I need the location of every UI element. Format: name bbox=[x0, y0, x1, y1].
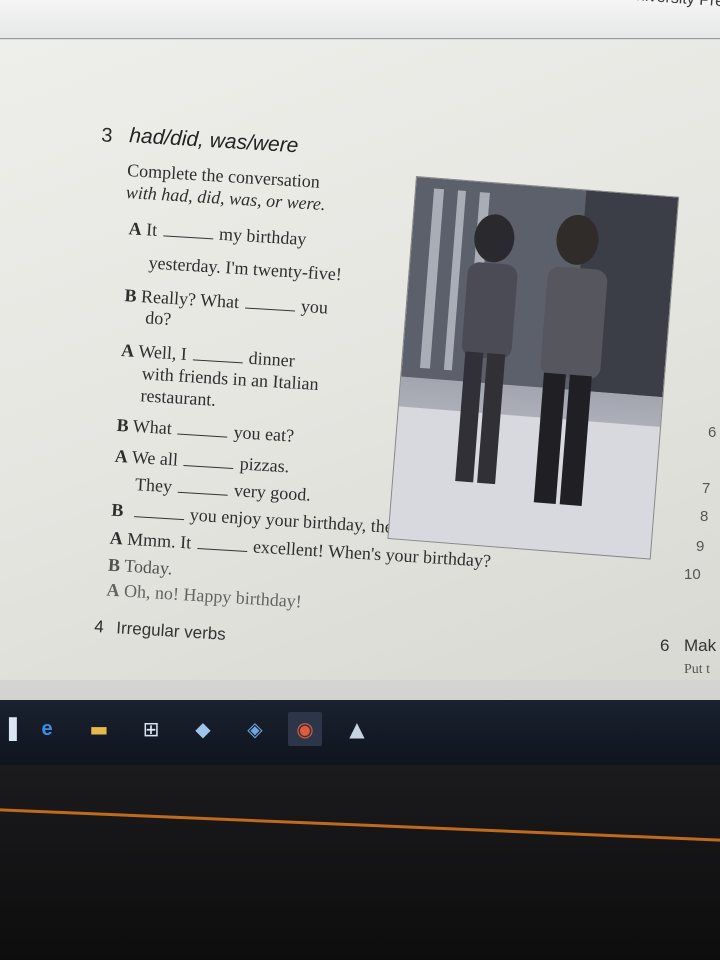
dialogue-line: yesterday. I'm twenty-five! bbox=[148, 252, 343, 285]
exercise-4-title: Irregular verbs bbox=[115, 618, 227, 644]
dialogue-line: do? bbox=[144, 307, 172, 329]
photos-icon[interactable]: ▲ bbox=[340, 712, 374, 746]
answer-blank[interactable] bbox=[177, 421, 229, 438]
file-explorer-icon[interactable]: ▬ bbox=[82, 712, 116, 746]
side-number: 7 bbox=[702, 480, 711, 497]
exercise-4-number: 4 bbox=[93, 616, 105, 637]
photo-couple bbox=[387, 176, 680, 560]
dialogue-line: A We all pizzas. bbox=[114, 445, 290, 477]
remote-icon[interactable]: ◈ bbox=[238, 712, 272, 746]
dialogue-line: B What you eat? bbox=[116, 414, 295, 446]
answer-blank[interactable] bbox=[196, 535, 248, 553]
exercise-6-number: 6 bbox=[660, 636, 670, 655]
answer-blank[interactable] bbox=[244, 295, 296, 312]
side-number: 10 bbox=[684, 566, 701, 583]
dialogue-line: B Today. bbox=[107, 554, 173, 579]
answer-blank[interactable] bbox=[183, 453, 235, 470]
exercise-6-title: Mak bbox=[684, 636, 717, 655]
monitor-screen: © Oxford University Press 3 had/did, was… bbox=[0, 0, 720, 765]
answer-blank[interactable] bbox=[177, 479, 229, 496]
exercise-number: 3 bbox=[100, 124, 114, 148]
document-page[interactable]: 3 had/did, was/were Complete the convers… bbox=[0, 40, 720, 680]
store-icon[interactable]: ⊞ bbox=[134, 712, 168, 746]
photo-illustration bbox=[388, 177, 679, 559]
windows-icon[interactable]: ▌ bbox=[0, 712, 34, 746]
exercise-6-instruction: Put t bbox=[684, 662, 711, 677]
dialogue-line: A It my birthday bbox=[128, 218, 308, 250]
dialogue-line: A Oh, no! Happy birthday! bbox=[106, 579, 303, 612]
side-number: 8 bbox=[700, 508, 709, 525]
monitor-bezel bbox=[0, 765, 720, 960]
app-icon[interactable]: ◆ bbox=[186, 712, 220, 746]
side-number: 9 bbox=[696, 538, 705, 555]
dialogue-line: They very good. bbox=[134, 474, 312, 505]
dialogue-line: restaurant. bbox=[139, 385, 217, 410]
publisher-credit: © Oxford University Press bbox=[555, 0, 720, 12]
side-number: 6 bbox=[708, 424, 717, 441]
taskbar: ▌ e ▬ ⊞ ◆ ◈ ◉ ▲ bbox=[0, 700, 720, 765]
chrome-icon[interactable]: ◉ bbox=[288, 712, 322, 746]
app-toolbar: © Oxford University Press bbox=[0, 0, 720, 39]
edge-icon[interactable]: e bbox=[30, 712, 64, 746]
answer-blank[interactable] bbox=[192, 347, 244, 364]
answer-blank[interactable] bbox=[133, 504, 185, 521]
answer-blank[interactable] bbox=[162, 223, 214, 240]
exercise-title: had/did, was/were bbox=[128, 124, 300, 158]
